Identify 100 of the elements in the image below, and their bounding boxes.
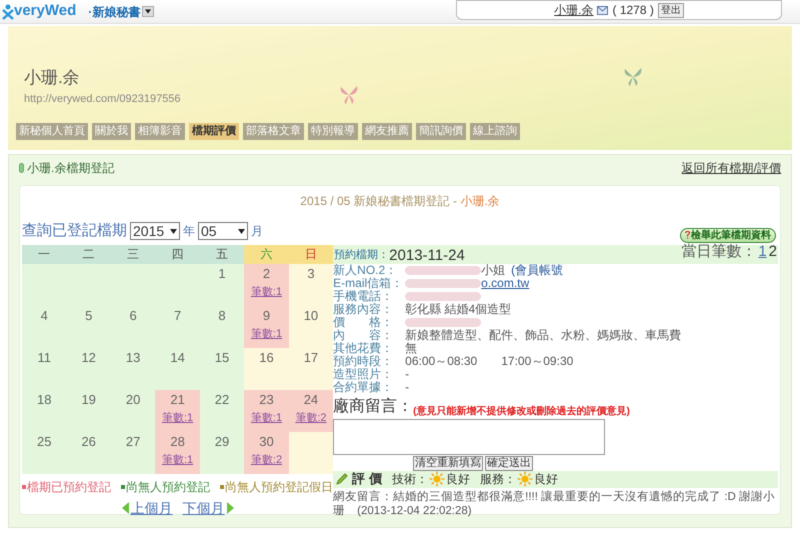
logo-text: veryWed bbox=[14, 1, 76, 22]
day-number: 22 bbox=[214, 392, 230, 406]
weekday-header: 六 bbox=[244, 244, 289, 264]
field-label: E-mail信箱： bbox=[333, 276, 404, 290]
day-number: 7 bbox=[172, 308, 182, 322]
section-dropdown[interactable]: ·新娘秘書 bbox=[88, 2, 154, 20]
nav-tab[interactable]: 檔期評價 bbox=[189, 123, 239, 140]
next-month-link[interactable]: 下個月 bbox=[182, 498, 234, 518]
legend-label: 檔期已預約登記 bbox=[27, 478, 111, 496]
day-page-link[interactable]: 2 bbox=[768, 241, 777, 264]
right-arrow-icon bbox=[226, 502, 234, 514]
year-select[interactable]: 2015 bbox=[130, 222, 180, 240]
logo-figure-icon bbox=[2, 4, 14, 20]
logout-button[interactable]: 登出 bbox=[658, 2, 684, 18]
day-number: 3 bbox=[306, 266, 316, 280]
nav-tab[interactable]: 相簿影音 bbox=[135, 123, 185, 140]
section-title: 小珊.余檔期登記 bbox=[27, 160, 114, 177]
nav-tab[interactable]: 特別報導 bbox=[308, 123, 358, 140]
field-value: - bbox=[405, 380, 410, 394]
clear-button[interactable]: 清空重新填寫 bbox=[413, 456, 484, 470]
day-number: 23 bbox=[258, 392, 275, 406]
day-number: 29 bbox=[214, 434, 230, 448]
weekday-header: 三 bbox=[110, 244, 156, 264]
day-number: 18 bbox=[36, 392, 52, 406]
field-label: 造型照片： bbox=[333, 368, 394, 380]
caret-icon bbox=[142, 6, 154, 17]
field-label: 其他花費： bbox=[333, 342, 394, 354]
pill-icon bbox=[19, 163, 24, 173]
weekday-header: 四 bbox=[155, 244, 200, 264]
legend-label: 尚無人預約登記 bbox=[126, 478, 210, 496]
booking-count-link[interactable]: 筆數:1 bbox=[250, 412, 282, 424]
booking-count-link[interactable]: 筆數:2 bbox=[295, 412, 327, 424]
day-cell bbox=[288, 432, 334, 474]
left-arrow-icon bbox=[122, 502, 129, 514]
weekday-header: 一 bbox=[22, 244, 66, 264]
field-label: 手機電話： bbox=[333, 290, 394, 302]
day-number: 24 bbox=[302, 392, 320, 406]
nav-tab[interactable]: 部落格文章 bbox=[243, 123, 304, 140]
day-number: 12 bbox=[80, 350, 97, 364]
field-value: o.com.tw bbox=[481, 276, 530, 290]
day-page-link[interactable]: 1 bbox=[758, 241, 767, 264]
month-select[interactable]: 05 bbox=[198, 222, 248, 240]
day-number: 6 bbox=[128, 308, 138, 322]
day-number: 16 bbox=[258, 350, 275, 364]
nav-tab[interactable]: 網友推薦 bbox=[362, 123, 412, 140]
sun-icon bbox=[516, 471, 533, 487]
day-number: 8 bbox=[217, 308, 227, 322]
question-mark-icon bbox=[685, 231, 690, 239]
field-label: 價 格： bbox=[333, 316, 394, 328]
caret-icon bbox=[170, 228, 177, 234]
day-number: 11 bbox=[36, 350, 52, 364]
day-number: 19 bbox=[80, 392, 97, 406]
day-number: 4 bbox=[40, 308, 49, 322]
rating-value: 良好 bbox=[446, 471, 470, 488]
day-number: 26 bbox=[80, 434, 97, 448]
mail-icon[interactable] bbox=[597, 6, 608, 14]
year-unit: 年 bbox=[183, 223, 195, 240]
day-number: 5 bbox=[84, 308, 94, 322]
day-number: 13 bbox=[124, 350, 142, 364]
booking-count-link[interactable]: 筆數:1 bbox=[162, 454, 194, 466]
booking-date: 2013-11-24 bbox=[389, 248, 465, 264]
weekday-header: 五 bbox=[200, 244, 244, 264]
day-number: 10 bbox=[302, 308, 320, 322]
nav-tab[interactable]: 新秘個人首頁 bbox=[16, 123, 88, 140]
booking-count-link[interactable]: 筆數:1 bbox=[250, 286, 282, 298]
day-number: 28 bbox=[169, 434, 186, 448]
pencil-icon bbox=[336, 473, 348, 485]
user-comment: 網友留言：結婚的三個造型都很滿意!!!! 讓最重要的一天沒有遺憾的完成了 :D 謝謝小珊 (2013-12-04 22:02:28) bbox=[333, 490, 776, 518]
field-label: 服務內容： bbox=[333, 302, 394, 316]
profile-name: 小珊.余 bbox=[24, 67, 80, 89]
nav-tab[interactable]: 關於我 bbox=[92, 123, 131, 140]
day-number: 15 bbox=[214, 350, 230, 364]
month-unit: 月 bbox=[251, 223, 263, 240]
vendor-message-label: 廠商留言： bbox=[333, 396, 414, 416]
field-label: 內 容： bbox=[333, 328, 394, 342]
nav-tab[interactable]: 簡訊詢價 bbox=[416, 123, 466, 140]
day-number: 30 bbox=[258, 434, 275, 448]
submit-button[interactable]: 確定送出 bbox=[485, 456, 534, 470]
rating-title: 評 價 bbox=[352, 470, 382, 488]
day-number: 17 bbox=[302, 350, 320, 364]
nav-tab[interactable]: 線上諮詢 bbox=[470, 123, 520, 140]
rating-value: 良好 bbox=[534, 471, 558, 488]
booking-count-link[interactable]: 筆數:2 bbox=[250, 454, 282, 466]
field-value: - bbox=[405, 368, 410, 380]
butterfly-icon bbox=[622, 66, 644, 88]
day-number: 9 bbox=[262, 308, 272, 322]
user-link[interactable]: 小珊.余 bbox=[554, 1, 594, 19]
message-count: ( 1278 ) bbox=[612, 2, 654, 19]
prev-month-link[interactable]: 上個月 bbox=[122, 498, 173, 518]
booking-count-link[interactable]: 筆數:1 bbox=[250, 328, 282, 340]
booking-count-link[interactable]: 筆數:1 bbox=[162, 412, 194, 424]
day-count-label: 當日筆數： bbox=[681, 242, 756, 262]
vendor-message-note: (意見只能新增不提供修改或刪除過去的評價意見) bbox=[413, 404, 630, 418]
butterfly-icon bbox=[338, 84, 360, 106]
vendor-message-field[interactable] bbox=[333, 418, 606, 454]
day-number: 14 bbox=[169, 350, 186, 364]
report-button[interactable]: 檢舉此筆檔期資料 bbox=[680, 228, 776, 242]
account-label: (會員帳號 bbox=[511, 264, 564, 276]
field-value: 06:00～08:30 17:00～09:30 bbox=[405, 354, 574, 368]
back-link[interactable]: 返回所有檔期/評價 bbox=[682, 159, 781, 177]
